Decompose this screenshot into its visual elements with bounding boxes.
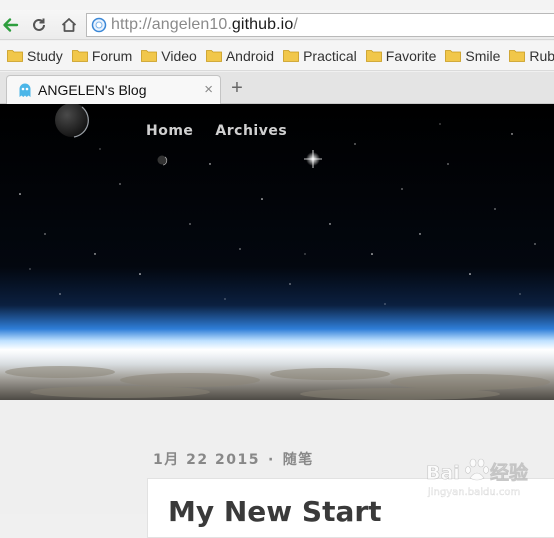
folder-icon — [445, 50, 462, 62]
folder-icon — [509, 50, 526, 62]
tab-strip: ANGELEN's Blog × + — [0, 72, 554, 104]
new-tab-button[interactable]: + — [226, 77, 248, 99]
back-arrow-icon — [3, 18, 19, 32]
bookmark-rubbish[interactable]: Rubbish — [509, 48, 554, 64]
bookmark-label: Practical — [303, 47, 357, 64]
bookmark-smile[interactable]: Smile — [445, 48, 500, 64]
folder-icon — [365, 50, 382, 62]
post-date: 1月 22 2015 — [153, 452, 260, 468]
baidu-jingyan-watermark-logo: Bai 经验 jingyan.baidu.com — [426, 458, 529, 498]
bookmark-label: Android — [225, 47, 275, 64]
nav-link-archives[interactable]: Archives — [215, 123, 287, 139]
url-text: http://angelen10.github.io/ — [111, 16, 298, 33]
navigation-bar: http://angelen10.github.io/ — [0, 10, 554, 40]
tab-angelens-blog[interactable]: ANGELEN's Blog × — [6, 75, 221, 104]
bookmark-study[interactable]: Study — [7, 48, 63, 64]
home-button[interactable] — [58, 14, 80, 36]
bookmark-video[interactable]: Video — [141, 48, 197, 64]
nav-link-home[interactable]: Home — [146, 123, 193, 139]
svg-text:经验: 经验 — [490, 461, 529, 484]
bookmark-label: Rubbish — [529, 47, 554, 64]
close-icon[interactable]: × — [204, 82, 213, 98]
svg-text:jingyan.baidu.com: jingyan.baidu.com — [427, 487, 520, 498]
bookmark-forum[interactable]: Forum — [71, 47, 133, 64]
post-category[interactable]: 随笔 — [283, 452, 314, 468]
folder-icon — [7, 50, 23, 62]
folder-icon — [71, 50, 88, 62]
bookmarks-bar: Study Forum Video Android Practical Favorite S… — [0, 41, 554, 71]
back-button[interactable] — [0, 14, 21, 36]
tab-title: ANGELEN's Blog — [38, 82, 147, 98]
reload-icon — [33, 18, 45, 31]
bookmark-label: Study — [27, 47, 63, 64]
meta-separator: · — [267, 452, 275, 468]
folder-icon — [283, 50, 299, 62]
home-icon — [61, 18, 77, 32]
folder-icon — [141, 50, 158, 62]
reload-button[interactable] — [28, 14, 50, 36]
bookmark-label: Smile — [465, 47, 501, 64]
globe-icon — [91, 17, 107, 33]
bookmark-practical[interactable]: Practical — [283, 48, 357, 64]
site-navigation: Home Archives — [146, 123, 287, 139]
bookmark-label: Favorite — [385, 47, 437, 64]
bookmark-label: Video — [161, 47, 197, 64]
bookmark-favorite[interactable]: Favorite — [365, 47, 437, 64]
ghost-favicon-icon — [19, 83, 31, 97]
svg-text:Bai: Bai — [426, 462, 460, 484]
bookmark-label: Forum — [91, 47, 133, 64]
post-title[interactable]: My New Start — [168, 495, 382, 528]
folder-icon — [205, 50, 222, 62]
bookmark-android[interactable]: Android — [205, 47, 275, 64]
space-background-image — [0, 104, 554, 400]
top-toolbar-sliver — [0, 0, 554, 10]
hero-banner: Home Archives — [0, 104, 554, 400]
address-bar[interactable]: http://angelen10.github.io/ — [86, 13, 554, 37]
post-meta: 1月 22 2015 · 随笔 — [153, 449, 314, 469]
